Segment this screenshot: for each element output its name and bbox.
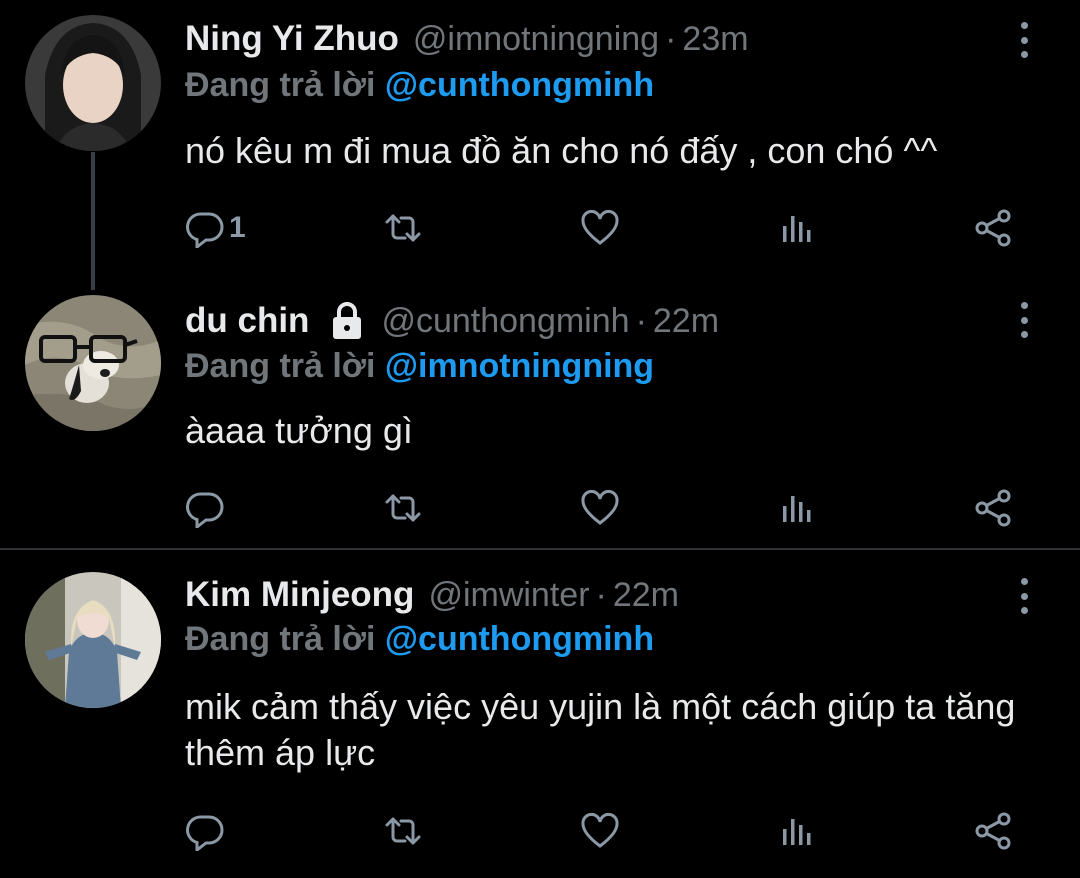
author-handle[interactable]: @imwinter xyxy=(428,576,589,615)
separator-dot: · xyxy=(595,575,607,614)
heart-icon xyxy=(581,210,619,245)
tweet-header: Ning Yi Zhuo @imnotningning · 23m xyxy=(185,14,749,64)
tweet-header: Kim Minjeong @imwinter · 22m xyxy=(185,570,679,620)
more-options-button[interactable] xyxy=(1014,300,1034,340)
avatar[interactable] xyxy=(25,295,161,431)
reply-icon xyxy=(186,815,224,851)
share-button[interactable] xyxy=(973,806,1013,856)
author-name[interactable]: du chin xyxy=(185,301,309,341)
more-vertical-icon xyxy=(1020,578,1028,585)
share-button[interactable] xyxy=(973,203,1013,253)
avatar-image xyxy=(25,572,161,708)
retweet-icon xyxy=(385,494,421,522)
avatar-image xyxy=(25,15,161,151)
like-button[interactable] xyxy=(580,806,620,856)
tweet[interactable]: Kim Minjeong @imwinter · 22m Đang trả lờ… xyxy=(0,550,1080,878)
more-vertical-icon xyxy=(1020,302,1028,309)
heart-icon xyxy=(581,490,619,525)
mention-link[interactable]: @cunthongminh xyxy=(385,620,654,658)
more-options-button[interactable] xyxy=(1014,20,1034,60)
views-button[interactable] xyxy=(777,203,817,253)
replying-to-line: Đang trả lời @cunthongminh xyxy=(185,66,654,105)
views-icon xyxy=(783,216,811,242)
timestamp[interactable]: 23m xyxy=(682,20,748,59)
action-bar xyxy=(185,806,1025,856)
tweet-header: du chin @cunthongminh · 22m xyxy=(185,296,719,346)
share-icon xyxy=(975,812,1011,850)
views-button[interactable] xyxy=(777,806,817,856)
tweet[interactable]: du chin @cunthongminh · 22m Đang trả lời… xyxy=(0,283,1080,548)
separator-dot: · xyxy=(635,301,647,340)
share-icon xyxy=(975,489,1011,527)
retweet-icon xyxy=(385,214,421,242)
views-icon xyxy=(783,496,811,522)
author-handle[interactable]: @imnotningning xyxy=(413,20,659,59)
avatar[interactable] xyxy=(25,572,161,708)
replying-to-line: Đang trả lời @cunthongminh xyxy=(185,620,654,659)
author-name[interactable]: Ning Yi Zhuo xyxy=(185,19,399,59)
timestamp[interactable]: 22m xyxy=(653,302,719,341)
author-handle[interactable]: @cunthongminh xyxy=(381,302,629,341)
author-name[interactable]: Kim Minjeong xyxy=(185,575,414,615)
action-bar xyxy=(185,483,1025,533)
retweet-icon xyxy=(385,817,421,845)
replying-prefix: Đang trả lời xyxy=(185,620,376,658)
avatar-image xyxy=(25,295,161,431)
heart-icon xyxy=(581,813,619,848)
tweet[interactable]: Ning Yi Zhuo @imnotningning · 23m Đang t… xyxy=(0,0,1080,283)
views-button[interactable] xyxy=(777,483,817,533)
timestamp[interactable]: 22m xyxy=(613,576,679,615)
retweet-button[interactable] xyxy=(383,483,423,533)
reply-count: 1 xyxy=(229,211,246,244)
like-button[interactable] xyxy=(580,203,620,253)
tweet-text: àaaa tưởng gì xyxy=(185,410,413,451)
tweet-text: nó kêu m đi mua đồ ăn cho nó đấy , con c… xyxy=(185,130,938,171)
reply-button[interactable]: 1 xyxy=(185,203,246,253)
more-vertical-icon xyxy=(1020,22,1028,29)
more-options-button[interactable] xyxy=(1014,576,1034,616)
separator-dot: · xyxy=(665,19,677,58)
replying-prefix: Đang trả lời xyxy=(185,66,376,104)
retweet-button[interactable] xyxy=(383,203,423,253)
replying-prefix: Đang trả lời xyxy=(185,347,376,385)
reply-button[interactable] xyxy=(185,483,229,533)
lock-icon xyxy=(333,302,362,339)
reply-icon xyxy=(186,212,224,248)
avatar[interactable] xyxy=(25,15,161,151)
reply-button[interactable] xyxy=(185,806,229,856)
action-bar: 1 xyxy=(185,203,1025,253)
retweet-button[interactable] xyxy=(383,806,423,856)
share-button[interactable] xyxy=(973,483,1013,533)
like-button[interactable] xyxy=(580,483,620,533)
mention-link[interactable]: @imnotningning xyxy=(385,347,654,385)
replying-to-line: Đang trả lời @imnotningning xyxy=(185,347,654,386)
tweet-text: mik cảm thấy việc yêu yujin là một cách … xyxy=(185,686,1016,773)
reply-icon xyxy=(186,492,224,528)
mention-link[interactable]: @cunthongminh xyxy=(385,66,654,104)
views-icon xyxy=(783,819,811,845)
share-icon xyxy=(975,209,1011,247)
